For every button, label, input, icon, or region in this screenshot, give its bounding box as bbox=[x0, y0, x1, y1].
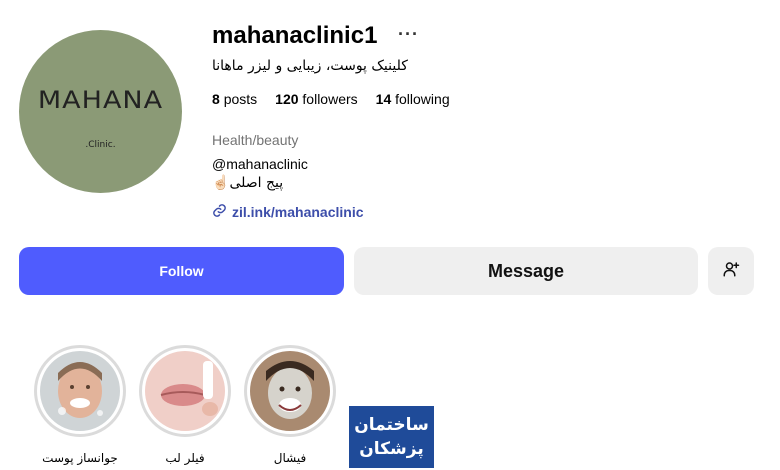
highlight-label: فیلر لب bbox=[165, 451, 205, 465]
profile-category: Health/beauty bbox=[212, 132, 299, 148]
followers-count: 120 bbox=[275, 91, 299, 107]
pointing-up-emoji: ☝🏻 bbox=[212, 175, 230, 191]
bio-page-text: پیج اصلی bbox=[229, 175, 284, 191]
followers-stat[interactable]: 120 followers bbox=[275, 91, 358, 107]
link-icon bbox=[212, 203, 227, 221]
following-stat[interactable]: 14 following bbox=[376, 91, 450, 107]
bio-link[interactable]: zil.ink/mahanaclinic bbox=[212, 203, 364, 221]
watermark-logo: ساختمان پزشکان bbox=[347, 404, 436, 470]
highlight-thumbnail bbox=[145, 351, 225, 431]
add-user-button[interactable] bbox=[708, 247, 754, 295]
bio-page-line: ☝🏻پیج اصلی bbox=[212, 175, 283, 191]
highlight-label: فیشال bbox=[273, 451, 307, 465]
watermark-line-1: ساختمان bbox=[354, 415, 429, 435]
bio-handle[interactable]: @mahanaclinic bbox=[212, 156, 308, 172]
highlight-facial[interactable] bbox=[244, 345, 336, 437]
highlight-lip-filler[interactable] bbox=[139, 345, 231, 437]
posts-stat[interactable]: 8 posts bbox=[212, 91, 257, 107]
posts-count: 8 bbox=[212, 91, 220, 107]
highlight-label: جوانساز پوست bbox=[42, 451, 118, 465]
ellipsis-icon[interactable]: ··· bbox=[398, 24, 419, 45]
followers-label: followers bbox=[302, 91, 358, 107]
add-user-icon bbox=[722, 260, 740, 283]
bio-link-text: zil.ink/mahanaclinic bbox=[232, 204, 364, 220]
message-button[interactable]: Message bbox=[354, 247, 698, 295]
profile-full-name: کلینیک پوست، زیبایی و لیزر ماهانا bbox=[212, 58, 408, 74]
following-count: 14 bbox=[375, 91, 392, 107]
highlight-thumbnail bbox=[250, 351, 330, 431]
posts-label: posts bbox=[223, 91, 258, 107]
highlight-skin-rejuvenation[interactable] bbox=[34, 345, 126, 437]
avatar-sub-text: .Clinic. bbox=[85, 140, 116, 150]
watermark-line-2: پزشکان bbox=[359, 439, 424, 459]
following-label: following bbox=[395, 91, 450, 107]
follow-button-label: Follow bbox=[159, 263, 204, 279]
highlight-thumbnail bbox=[40, 351, 120, 431]
message-button-label: Message bbox=[487, 260, 565, 281]
profile-avatar[interactable]: MAHANA .Clinic. bbox=[19, 30, 182, 193]
avatar-logo-text: MAHANA bbox=[37, 86, 164, 115]
follow-button[interactable]: Follow bbox=[19, 247, 344, 295]
profile-stats: 8 posts 120 followers 14 following bbox=[212, 91, 450, 107]
profile-username: mahanaclinic1 bbox=[212, 22, 378, 49]
